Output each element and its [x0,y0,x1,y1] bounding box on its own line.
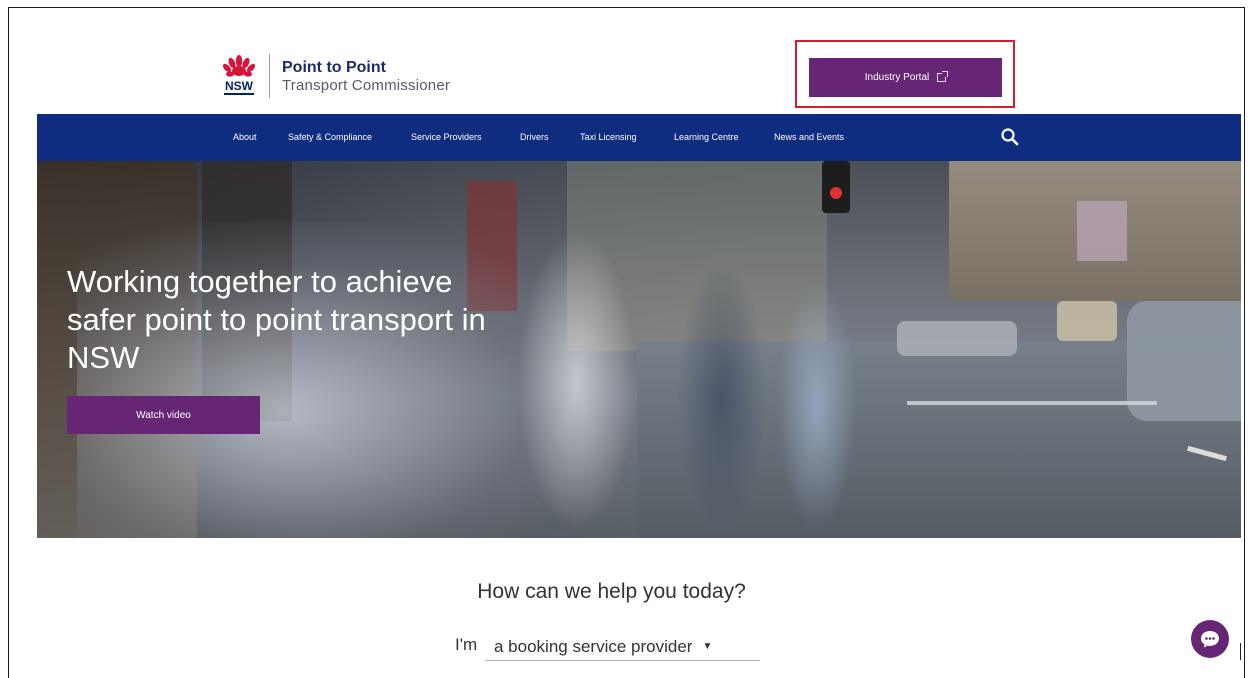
nav-item-news-events[interactable]: News and Events [774,114,844,161]
help-heading: How can we help you today? [477,580,746,603]
nav-item-about[interactable]: About [233,114,257,161]
search-icon[interactable] [1000,127,1020,147]
watch-video-button[interactable]: Watch video [67,396,260,434]
industry-portal-button[interactable]: Industry Portal [809,58,1002,97]
role-dropdown-value: a booking service provider [494,636,693,656]
nsw-logo-text: NSW [225,79,254,93]
nav-item-taxi-licensing[interactable]: Taxi Licensing [580,114,637,161]
caret-down-icon: ▼ [702,641,713,652]
nav-item-safety-compliance[interactable]: Safety & Compliance [288,114,372,161]
role-prefix-label: I'm [455,635,478,654]
nsw-waratah-logo: NSW [219,53,259,99]
site-logo[interactable]: NSW Point to Point Transport Commissione… [219,50,450,102]
role-dropdown[interactable]: a booking service provider ▼ [485,633,760,661]
hero-heading: Working together to achieve safer point … [67,264,486,375]
brand-subtitle: Transport Commissioner [282,76,451,94]
nav-item-drivers[interactable]: Drivers [520,114,549,161]
nav-item-service-providers[interactable]: Service Providers [411,114,482,161]
main-navigation: About Safety & Compliance Service Provid… [37,114,1241,161]
brand-text: Point to Point Transport Commissioner [282,58,451,94]
scrollbar-handle[interactable] [1240,643,1241,660]
chat-icon[interactable] [1191,620,1229,658]
logo-divider [269,54,270,98]
nav-item-learning-centre[interactable]: Learning Centre [674,114,739,161]
industry-portal-label: Industry Portal [864,72,930,83]
brand-title: Point to Point [282,58,386,76]
external-link-icon [937,71,949,82]
